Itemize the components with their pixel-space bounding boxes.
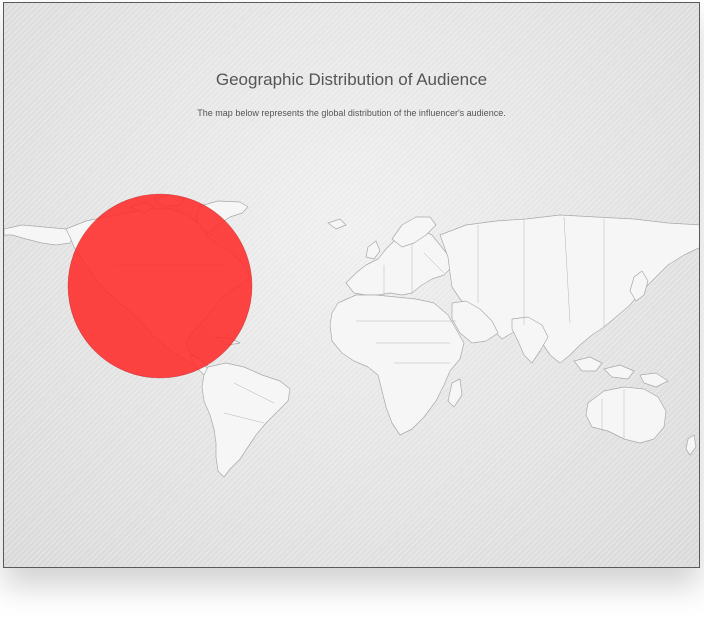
land-uk: [327, 218, 381, 260]
land-alaska: [4, 224, 75, 246]
land-southeast-asia: [573, 356, 669, 388]
land-south-america: [201, 362, 291, 478]
land-madagascar: [447, 378, 463, 408]
map-panel: Geographic Distribution of Audience The …: [3, 2, 700, 568]
world-map[interactable]: [4, 3, 700, 568]
land-new-zealand: [685, 434, 697, 456]
land-africa: [329, 294, 465, 436]
audience-bubble-north-america[interactable]: [68, 194, 252, 378]
land-australia: [585, 386, 667, 444]
